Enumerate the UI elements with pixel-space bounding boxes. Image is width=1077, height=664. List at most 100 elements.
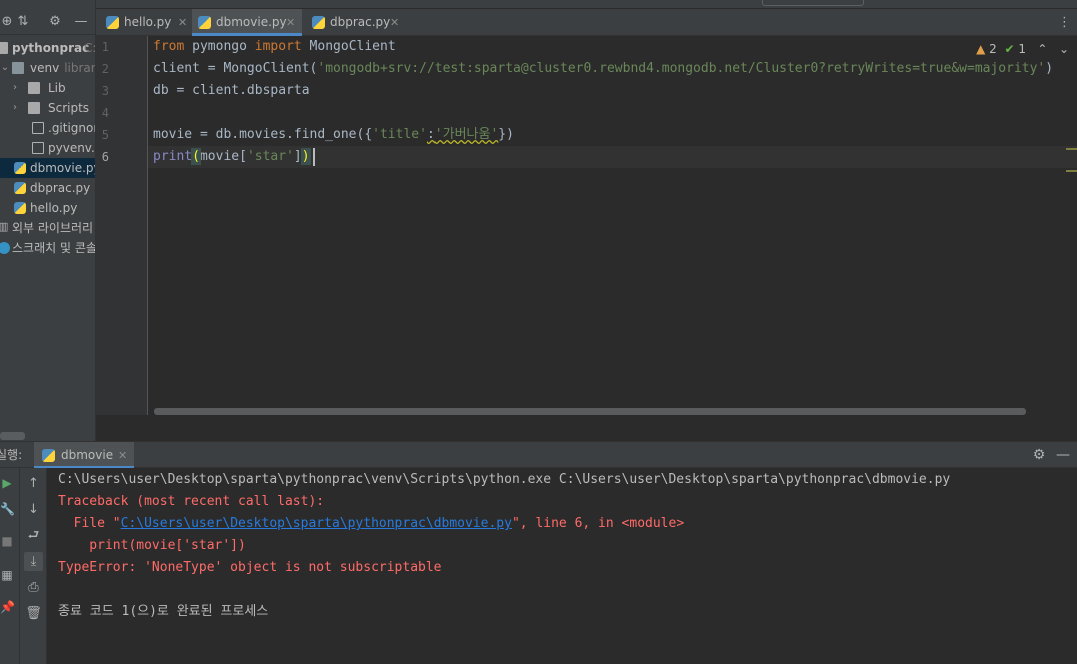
ok-count: 1 (1018, 42, 1026, 56)
libraries-icon: ▥ (0, 221, 10, 233)
hide-icon[interactable]: — (72, 13, 90, 31)
code-line-2: client = MongoClient('mongodb+srv://test… (153, 61, 1054, 76)
python-file-icon (14, 182, 26, 194)
tree-item-label: Scripts (48, 101, 90, 115)
tree-item-scratches[interactable]: 스크래치 및 콘솔 (0, 238, 96, 258)
project-toolbar: ⊕ ⇅ ⚙ — (0, 9, 95, 35)
warning-icon: ▲ (976, 42, 986, 56)
code-line-5: movie = db.movies.find_one({'title':'가버나… (153, 127, 514, 142)
console-traceback-header: Traceback (most recent call last): (58, 494, 325, 509)
close-icon[interactable]: ✕ (118, 442, 127, 469)
error-stripe-marker[interactable] (1066, 148, 1077, 150)
folder-icon (28, 82, 40, 94)
trash-icon[interactable]: 🗑 (24, 604, 43, 623)
tree-item-venv[interactable]: ⌄ venvlibrary (0, 58, 96, 78)
python-file-icon (198, 16, 211, 29)
run-title: 실행: (0, 448, 23, 462)
code-line-6: print(movie['star']) (153, 148, 311, 165)
tree-item-label: .gitignore (48, 121, 95, 135)
tree-item-gitignore[interactable]: .gitignore (0, 118, 95, 138)
tab-dbprac[interactable]: dbprac.py ✕ (306, 9, 406, 36)
check-icon: ✔ (1004, 42, 1015, 56)
rerun-icon[interactable]: ▶ (0, 476, 14, 490)
folder-icon (0, 42, 8, 54)
tree-item-label: 스크래치 및 콘솔 (12, 241, 96, 255)
project-scrollbar[interactable] (0, 432, 25, 440)
line-number: 2 (101, 62, 109, 76)
tree-item-label: Lib (48, 81, 66, 95)
console-command-line: C:\Users\user\Desktop\sparta\pythonprac\… (58, 472, 951, 487)
project-root[interactable]: pythonprac C: (0, 38, 96, 58)
arrow-up-icon[interactable]: ↑ (24, 474, 43, 493)
file-icon (32, 122, 44, 134)
python-file-icon (14, 162, 26, 174)
tree-item-label: dbmovie.py (30, 161, 96, 175)
close-icon[interactable]: ✕ (178, 9, 187, 36)
python-file-icon (106, 16, 119, 29)
tree-item-external-libraries[interactable]: ▥ 외부 라이브러리 (0, 218, 95, 238)
hide-icon[interactable]: — (1055, 447, 1071, 463)
console-error-message: TypeError: 'NoneType' object is not subs… (58, 560, 442, 575)
code-editor[interactable]: from pymongo import MongoClient client =… (148, 36, 1077, 415)
chevron-right-icon[interactable]: › (10, 98, 20, 118)
project-root-path: C: (84, 41, 96, 55)
inspection-widget[interactable]: ▲ 2 ✔ 1 ⌃ ⌄ (976, 40, 1069, 58)
tree-item-pyvenv[interactable]: pyvenv.cfg (0, 138, 95, 158)
tree-item-hello[interactable]: hello.py (0, 198, 95, 218)
gear-icon[interactable]: ⚙ (1031, 447, 1047, 463)
tree-item-scripts[interactable]: › Scripts (0, 98, 95, 118)
tree-item-dbprac[interactable]: dbprac.py (0, 178, 95, 198)
line-number: 5 (101, 128, 109, 142)
wrench-icon[interactable]: 🔧 (0, 502, 15, 516)
layout-icon[interactable]: ▦ (0, 568, 14, 582)
line-number: 3 (101, 84, 109, 98)
run-console-toolbar: ↑ ↓ ⮐ ⤓ ⎙ 🗑 (20, 468, 47, 664)
console-traceback-file: File "C:\Users\user\Desktop\sparta\pytho… (58, 516, 685, 531)
arrow-down-icon[interactable]: ↓ (24, 500, 43, 519)
folder-icon (28, 102, 40, 114)
close-icon[interactable]: ✕ (286, 9, 295, 36)
print-icon[interactable]: ⎙ (24, 578, 43, 597)
run-tool-window-header: 실행: dbmovie ✕ ⚙ — (0, 441, 1077, 469)
tree-item-dbmovie[interactable]: dbmovie.py (0, 158, 96, 178)
line-number-gutter[interactable]: 1 2 3 4 5 6 (96, 36, 148, 415)
tree-item-label: 외부 라이브러리 (12, 221, 94, 235)
tree-item-label: pyvenv.cfg (48, 141, 95, 155)
tab-label: hello.py (124, 15, 172, 29)
run-tab-label: dbmovie (61, 448, 114, 462)
soft-wrap-icon[interactable]: ⮐ (24, 526, 43, 545)
tab-hello[interactable]: hello.py ✕ (102, 9, 192, 36)
title-bar-strip (0, 0, 1077, 9)
stop-icon[interactable]: ■ (0, 534, 14, 548)
scratches-icon (0, 242, 10, 254)
tab-label: dbmovie.py (216, 15, 287, 29)
tab-dbmovie[interactable]: dbmovie.py ✕ (192, 9, 302, 36)
tab-label: dbprac.py (330, 15, 391, 29)
run-console-output[interactable]: C:\Users\user\Desktop\sparta\pythonprac\… (47, 468, 1077, 664)
error-stripe-marker[interactable] (1066, 170, 1077, 172)
chevron-up-icon[interactable]: ⌃ (1037, 42, 1047, 56)
line-number: 6 (101, 150, 109, 164)
code-line-1: from pymongo import MongoClient (153, 39, 396, 54)
chevron-down-icon[interactable]: ⌄ (0, 58, 10, 78)
run-left-toolbar: ▶ 🔧 ■ ▦ 📌 (0, 468, 20, 664)
run-config-tab[interactable]: dbmovie ✕ (34, 442, 134, 469)
console-exit-message: 종료 코드 1(으)로 완료된 프로세스 (58, 604, 269, 619)
scroll-to-end-icon[interactable]: ⤓ (24, 552, 43, 571)
python-file-icon (42, 449, 55, 462)
more-options-icon[interactable]: ⋮ (1058, 9, 1071, 36)
chevron-down-icon[interactable]: ⌄ (1059, 42, 1069, 56)
line-number: 4 (101, 106, 109, 120)
chevron-right-icon[interactable]: › (10, 78, 20, 98)
file-link[interactable]: C:\Users\user\Desktop\sparta\pythonprac\… (121, 516, 512, 531)
tree-item-lib[interactable]: › Lib (0, 78, 95, 98)
tree-item-label: venvlibrary (30, 61, 96, 75)
line-number: 1 (101, 40, 109, 54)
collapse-all-icon[interactable]: ⇅ (14, 13, 32, 31)
close-icon[interactable]: ✕ (390, 9, 399, 36)
editor-horizontal-scrollbar[interactable] (154, 408, 1026, 415)
toolbar-widget[interactable] (762, 0, 864, 6)
tree-item-label: hello.py (30, 201, 78, 215)
gear-icon[interactable]: ⚙ (46, 13, 64, 31)
pin-icon[interactable]: 📌 (0, 600, 15, 614)
